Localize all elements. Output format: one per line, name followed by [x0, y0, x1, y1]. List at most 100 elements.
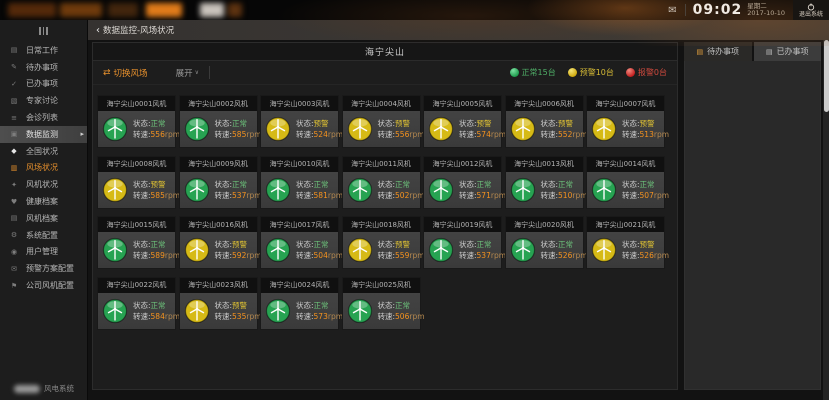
power-icon: [807, 3, 815, 11]
turbine-card-header: 海宁尖山0015风机: [98, 217, 175, 232]
turbine-card[interactable]: 海宁尖山0007风机状态:预警转速:513rpm: [586, 95, 665, 148]
turbine-card-header: 海宁尖山0016风机: [180, 217, 257, 232]
status-legend: 正常15台预警10台报警0台: [510, 67, 667, 78]
turbine-card[interactable]: 海宁尖山0004风机状态:预警转速:556rpm: [342, 95, 421, 148]
turbine-name: 海宁尖山0015风机: [107, 220, 167, 230]
turbine-card[interactable]: 海宁尖山0018风机状态:预警转速:559rpm: [342, 216, 421, 269]
rpm-value: 585: [232, 130, 246, 139]
status-label: 状态:: [378, 119, 396, 128]
turbine-card[interactable]: 海宁尖山0011风机状态:正常转速:502rpm: [342, 156, 421, 209]
topbar: ✉ 09:02 星期二 2017-10-10 退出系统: [0, 0, 829, 20]
turbine-card-body: 状态:预警转速:592rpm: [180, 232, 257, 268]
wind-turbine-icon: [591, 237, 617, 263]
turbine-card[interactable]: 海宁尖山0006风机状态:预警转速:552rpm: [505, 95, 584, 148]
turbine-card[interactable]: 海宁尖山0002风机状态:正常转速:585rpm: [179, 95, 258, 148]
mail-icon[interactable]: ✉: [668, 5, 676, 16]
status-value: 预警: [640, 119, 655, 128]
turbine-card[interactable]: 海宁尖山0023风机状态:预警转速:535rpm: [179, 277, 258, 330]
turbine-card-header: 海宁尖山0020风机: [506, 217, 583, 232]
sidebar-item-健康档案[interactable]: ♥健康档案: [0, 193, 87, 210]
status-label: 状态:: [622, 180, 640, 189]
sidebar-item-用户管理[interactable]: ◉用户管理: [0, 244, 87, 261]
status-label: 状态:: [133, 119, 151, 128]
filter-row: ⇄ 切换风场 展开 ∨ 正常15台预警10台报警0台: [93, 61, 677, 85]
turbine-card[interactable]: 海宁尖山0022风机状态:正常转速:584rpm: [97, 277, 176, 330]
turbine-card[interactable]: 海宁尖山0016风机状态:预警转速:592rpm: [179, 216, 258, 269]
sidebar-item-待办事项[interactable]: ✎待办事项: [0, 59, 87, 76]
rpm-value: 507: [640, 191, 654, 200]
footer-logo-blurred: [14, 385, 40, 393]
sidebar-item-全国状况[interactable]: ◆全国状况: [0, 143, 87, 160]
rpm-label: 转速:: [378, 251, 396, 260]
user-icon: ◉: [9, 248, 19, 256]
sidebar-item-系统配置[interactable]: ⚙系统配置: [0, 227, 87, 244]
turbine-card-header: 海宁尖山0025风机: [343, 278, 420, 293]
turbine-card[interactable]: 海宁尖山0005风机状态:预警转速:574rpm: [423, 95, 502, 148]
sidebar-item-风场状况[interactable]: ▥风场状况: [0, 160, 87, 177]
rpm-value: 537: [477, 251, 491, 260]
turbine-name: 海宁尖山0005风机: [433, 99, 493, 109]
turbine-name: 海宁尖山0002风机: [188, 99, 248, 109]
tab-待办事项[interactable]: ▤待办事项: [684, 42, 752, 61]
farm-title: 海宁尖山: [365, 45, 405, 58]
turbine-card[interactable]: 海宁尖山0025风机状态:正常转速:506rpm: [342, 277, 421, 330]
turbine-card[interactable]: 海宁尖山0014风机状态:正常转速:507rpm: [586, 156, 665, 209]
turbine-card[interactable]: 海宁尖山0019风机状态:正常转速:537rpm: [423, 216, 502, 269]
turbine-card-body: 状态:预警转速:556rpm: [343, 111, 420, 147]
sidebar-item-公司风机配置[interactable]: ⚑公司风机配置: [0, 277, 87, 294]
status-value: 预警: [314, 119, 329, 128]
status-value: 正常: [395, 180, 410, 189]
turbine-name: 海宁尖山0021风机: [596, 220, 656, 230]
wind-turbine-icon: [102, 237, 128, 263]
tab-已办事项[interactable]: ▤已办事项: [754, 42, 822, 61]
status-value: 预警: [558, 119, 573, 128]
turbine-card[interactable]: 海宁尖山0020风机状态:正常转速:526rpm: [505, 216, 584, 269]
expand-button[interactable]: 展开 ∨: [176, 67, 199, 79]
wind-turbine-icon: [102, 177, 128, 203]
turbine-card[interactable]: 海宁尖山0024风机状态:正常转速:573rpm: [260, 277, 339, 330]
sidebar-item-已办事项[interactable]: ✓已办事项: [0, 76, 87, 93]
sidebar: ▤日常工作✎待办事项✓已办事项▧专家讨论≡会诊列表▣数据监测▸◆全国状况▥风场状…: [0, 20, 88, 400]
breadcrumb[interactable]: ‹ 数据监控-风场状况: [96, 24, 174, 36]
turbine-grid: 海宁尖山0001风机状态:正常转速:556rpm海宁尖山0002风机状态:正常转…: [93, 85, 677, 330]
logo-block: [8, 3, 56, 17]
scrollbar-track[interactable]: [823, 20, 829, 400]
sidebar-item-风机档案[interactable]: ▤风机档案: [0, 210, 87, 227]
wind-turbine-icon: [510, 177, 536, 203]
turbine-card[interactable]: 海宁尖山0017风机状态:正常转速:504rpm: [260, 216, 339, 269]
legend-item-ok: 正常15台: [510, 67, 556, 78]
turbine-card[interactable]: 海宁尖山0013风机状态:正常转速:510rpm: [505, 156, 584, 209]
turbine-card[interactable]: 海宁尖山0009风机状态:正常转速:537rpm: [179, 156, 258, 209]
turbine-name: 海宁尖山0017风机: [270, 220, 330, 230]
turbine-card[interactable]: 海宁尖山0008风机状态:预警转速:585rpm: [97, 156, 176, 209]
turbine-card[interactable]: 海宁尖山0015风机状态:正常转速:589rpm: [97, 216, 176, 269]
turbine-name: 海宁尖山0006风机: [514, 99, 574, 109]
sidebar-collapse-button[interactable]: [0, 20, 87, 42]
turbine-card[interactable]: 海宁尖山0003风机状态:预警转速:524rpm: [260, 95, 339, 148]
sidebar-item-风机状况[interactable]: ✦风机状况: [0, 176, 87, 193]
sidebar-item-会诊列表[interactable]: ≡会诊列表: [0, 109, 87, 126]
wind-turbine-icon: [347, 298, 373, 324]
sidebar-item-数据监测[interactable]: ▣数据监测▸: [0, 126, 87, 143]
sidebar-item-预警方案配置[interactable]: ✉预警方案配置: [0, 260, 87, 277]
switch-farm-button[interactable]: ⇄ 切换风场: [103, 67, 148, 79]
turbine-card-header: 海宁尖山0012风机: [424, 157, 501, 172]
sidebar-item-专家讨论[interactable]: ▧专家讨论: [0, 92, 87, 109]
scrollbar-thumb[interactable]: [824, 40, 829, 112]
status-value: 预警: [477, 119, 492, 128]
sidebar-item-日常工作[interactable]: ▤日常工作: [0, 42, 87, 59]
back-chevron-icon[interactable]: ‹: [96, 25, 100, 36]
rpm-label: 转速:: [133, 130, 151, 139]
turbine-card[interactable]: 海宁尖山0021风机状态:预警转速:526rpm: [586, 216, 665, 269]
wind-turbine-icon: [591, 177, 617, 203]
turbine-card[interactable]: 海宁尖山0012风机状态:正常转速:571rpm: [423, 156, 502, 209]
turbine-card[interactable]: 海宁尖山0010风机状态:正常转速:581rpm: [260, 156, 339, 209]
wind-turbine-icon: [428, 116, 454, 142]
turbine-card[interactable]: 海宁尖山0001风机状态:正常转速:556rpm: [97, 95, 176, 148]
pencil-icon: ✎: [9, 63, 19, 71]
status-value: 预警: [395, 240, 410, 249]
logout-button[interactable]: 退出系统: [793, 0, 829, 20]
sidebar-item-label: 公司风机配置: [26, 280, 74, 291]
status-label: 状态:: [215, 119, 233, 128]
rpm-label: 转速:: [541, 251, 559, 260]
